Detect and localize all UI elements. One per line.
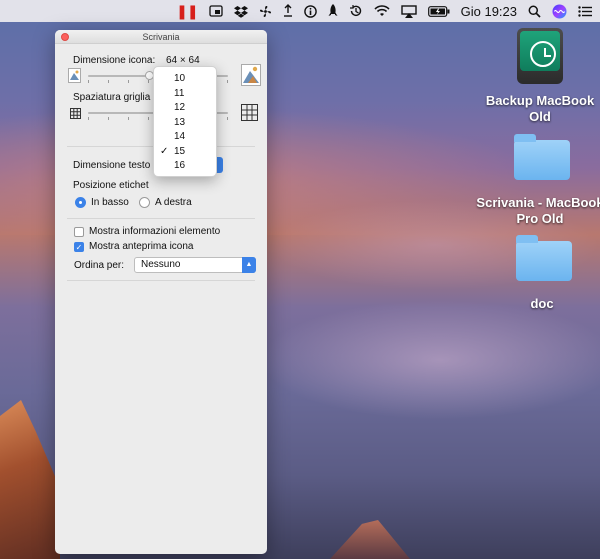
close-button[interactable] <box>61 33 69 41</box>
time-machine-icon[interactable] <box>349 0 363 22</box>
large-image-icon <box>241 64 261 89</box>
icon-size-label: Dimensione icona: <box>73 55 156 66</box>
time-machine-drive-icon <box>517 28 563 84</box>
battery-icon[interactable] <box>427 0 450 22</box>
search-icon[interactable] <box>528 0 541 22</box>
show-preview-label: Mostra anteprima icona <box>89 241 194 252</box>
dropbox-icon[interactable] <box>233 0 248 22</box>
desktop-icon-label: Scrivania - MacBook Pro Old <box>476 195 600 226</box>
popup-item[interactable]: 11 <box>154 87 216 102</box>
folder-icon <box>516 235 572 281</box>
radio-bottom-label: In basso <box>91 197 129 208</box>
text-size-popup-menu: 10 11 12 13 14 ✓ 15 16 <box>153 66 217 177</box>
small-image-icon <box>68 68 81 86</box>
radio-right-label: A destra <box>155 197 192 208</box>
grid-spacing-label: Spaziatura griglia <box>73 92 151 103</box>
airplay-icon[interactable] <box>400 0 417 22</box>
show-info-checkbox[interactable] <box>74 227 84 237</box>
rocket-icon[interactable] <box>328 0 338 22</box>
menu-list-icon[interactable] <box>578 0 592 22</box>
checkmark-icon: ✓ <box>160 145 169 157</box>
pause-icon[interactable]: ❚❚ <box>176 0 198 22</box>
mountain <box>330 520 410 559</box>
sort-by-label: Ordina per: <box>74 260 125 271</box>
small-grid-icon <box>70 108 81 122</box>
fan-icon[interactable] <box>259 0 272 22</box>
mountain <box>0 400 60 559</box>
popup-item-selected[interactable]: ✓ 15 <box>154 145 216 160</box>
separator <box>67 218 255 219</box>
sort-by-select[interactable]: Nessuno ▲ <box>134 257 256 273</box>
label-position-label: Posizione etichet <box>73 180 149 191</box>
show-preview-checkbox[interactable]: ✓ <box>74 242 84 252</box>
cloud <box>260 300 600 420</box>
menu-bar: ❚❚ Gio 19:23 <box>0 0 600 22</box>
menubar-clock[interactable]: Gio 19:23 <box>461 0 517 22</box>
siri-icon[interactable] <box>552 0 567 22</box>
popup-item[interactable]: 14 <box>154 130 216 145</box>
window-titlebar[interactable]: Scrivania <box>55 30 267 44</box>
radio-right[interactable] <box>139 197 150 208</box>
popup-item[interactable]: 13 <box>154 116 216 131</box>
icon-size-value: 64 × 64 <box>166 55 200 66</box>
separator <box>67 280 255 281</box>
chevron-up-down-icon: ▲ <box>242 257 256 273</box>
show-info-label: Mostra informazioni elemento <box>89 226 221 237</box>
folder-icon <box>514 134 570 180</box>
large-grid-icon <box>241 104 258 124</box>
desktop-icon-label: Backup MacBook Old <box>485 93 595 124</box>
radio-bottom[interactable] <box>75 197 86 208</box>
popup-item[interactable]: 16 <box>154 159 216 174</box>
window-title: Scrivania <box>142 32 180 42</box>
info-icon[interactable] <box>303 0 317 22</box>
text-size-label: Dimensione testo <box>73 160 151 171</box>
popup-item[interactable]: 10 <box>154 72 216 87</box>
wifi-icon[interactable] <box>374 0 390 22</box>
desktop-icon-label: doc <box>530 296 554 311</box>
screen-capture-icon[interactable] <box>208 0 223 22</box>
sort-by-value: Nessuno <box>141 259 181 270</box>
popup-item[interactable]: 12 <box>154 101 216 116</box>
share-icon[interactable] <box>283 0 293 22</box>
